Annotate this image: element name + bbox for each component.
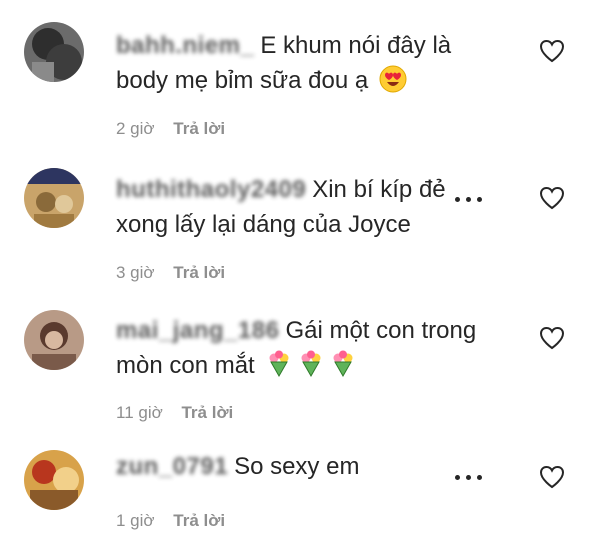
bouquet-emoji-icon: [301, 350, 321, 378]
comment-meta: 11 giờ Trả lời: [116, 403, 233, 423]
bouquet-emoji-icon: [333, 350, 353, 378]
comment-body: So sexy em: [234, 453, 360, 480]
heart-icon[interactable]: [538, 185, 566, 211]
heart-icon[interactable]: [538, 464, 566, 490]
reply-button[interactable]: Trả lời: [173, 119, 225, 138]
comment-meta: 3 giờ Trả lời: [116, 263, 225, 283]
comment-text: mai_jang_186 Gái một con trong mòn con mắ…: [116, 313, 486, 383]
avatar[interactable]: [24, 310, 84, 370]
comment-time: 1 giờ: [116, 511, 155, 530]
heart-eyes-emoji-icon: [379, 65, 407, 93]
reply-button[interactable]: Trả lời: [173, 511, 225, 530]
comment-text: zun_0791 So sexy em: [116, 449, 476, 484]
comment-time: 3 giờ: [116, 263, 155, 282]
reply-button[interactable]: Trả lời: [173, 263, 225, 282]
comment-meta: 1 giờ Trả lời: [116, 511, 225, 531]
comment-time: 2 giờ: [116, 119, 155, 138]
bouquet-emoji-group: [261, 350, 357, 379]
avatar[interactable]: [24, 22, 84, 82]
comment-meta: 2 giờ Trả lời: [116, 119, 225, 139]
comment-username[interactable]: mai_jang_186: [116, 313, 279, 348]
comment-username[interactable]: zun_0791: [116, 449, 228, 484]
avatar[interactable]: [24, 450, 84, 510]
reply-button[interactable]: Trả lời: [181, 403, 233, 422]
comment-username[interactable]: bahh.niem_: [116, 28, 254, 63]
comment-text: huthithaoly2409 Xin bí kíp đẻ xong lấy lạ…: [116, 172, 461, 242]
heart-icon[interactable]: [538, 325, 566, 351]
heart-icon[interactable]: [538, 38, 566, 64]
more-options-button[interactable]: [455, 194, 485, 204]
comment-time: 11 giờ: [116, 403, 163, 422]
more-options-button[interactable]: [455, 472, 485, 482]
avatar[interactable]: [24, 168, 84, 228]
comment-text: bahh.niem_ E khum nói đây là body mẹ bỉm …: [116, 28, 476, 98]
comment-username[interactable]: huthithaoly2409: [116, 172, 306, 207]
bouquet-emoji-icon: [269, 350, 289, 378]
